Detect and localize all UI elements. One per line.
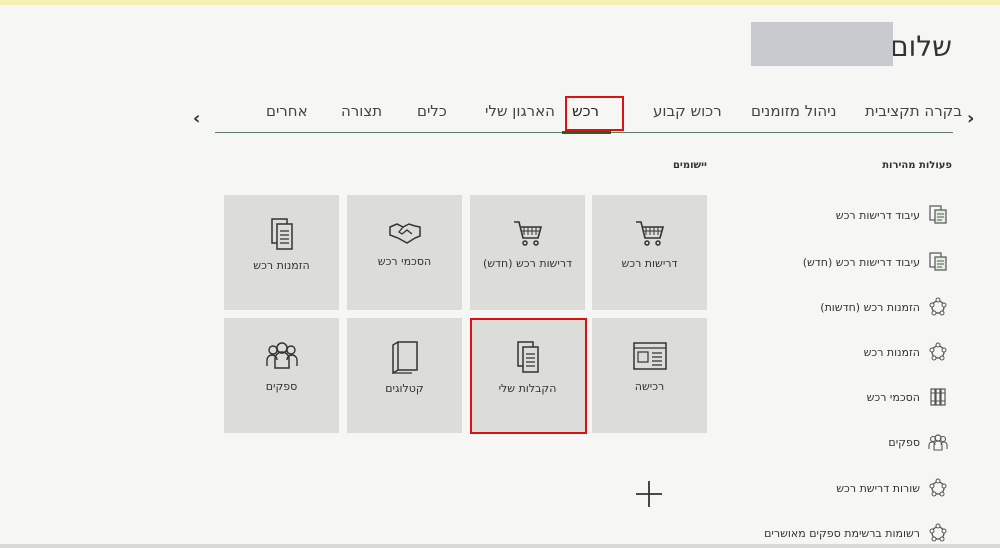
quick-action-vendors[interactable]: ספקים xyxy=(888,431,948,453)
tile-label: ספקים xyxy=(265,380,298,393)
tab-cash-management[interactable]: ניהול מזומנים xyxy=(751,102,837,120)
tile-label: הסכמי רכש xyxy=(377,255,432,268)
scroll-right-icon[interactable]: › xyxy=(967,108,974,129)
quick-action-purchase-agreements[interactable]: הסכמי רכש xyxy=(867,386,948,408)
scroll-left-icon[interactable]: ‹ xyxy=(193,108,200,129)
quick-action-label: רשומות ברשימת ספקים מאושרים xyxy=(764,526,920,540)
cart-icon xyxy=(513,221,542,246)
quick-action-label: הסכמי רכש xyxy=(866,390,920,404)
quick-action-label: הזמנות רכש xyxy=(863,345,920,359)
catalog-layout-icon xyxy=(632,342,667,370)
cycle-icon xyxy=(928,523,948,543)
cycle-icon xyxy=(928,297,948,317)
tile-label: דרישות רכש xyxy=(621,257,678,270)
quick-action-approved-vendor-list[interactable]: רשומות ברשימת ספקים מאושרים xyxy=(764,522,948,544)
quick-action-label: עיבוד דרישות רכש (חדש) xyxy=(802,255,920,269)
tile-vendors[interactable]: ספקים xyxy=(224,318,339,433)
tile-purchase-requisitions-new[interactable]: דרישות רכש (חדש) xyxy=(470,195,585,310)
active-tab-indicator xyxy=(562,131,611,134)
tile-label: קטלוגים xyxy=(385,382,424,395)
book-icon xyxy=(391,341,418,374)
add-icon[interactable] xyxy=(635,480,663,508)
people-icon xyxy=(928,432,948,452)
tab-fixed-assets[interactable]: רכוש קבוע xyxy=(653,102,722,120)
tile-highlight-box xyxy=(470,318,587,434)
cycle-icon xyxy=(928,478,948,498)
quick-actions-heading: פעולות מהירות xyxy=(882,160,952,171)
bottom-bar xyxy=(0,544,1000,548)
quick-action-label: שורות דרישת רכש xyxy=(836,481,920,495)
top-bar xyxy=(0,0,1000,5)
quick-action-requisition-lines[interactable]: שורות דרישת רכש xyxy=(836,477,948,499)
tab-configuration[interactable]: תצורה xyxy=(341,102,382,120)
quick-action-label: עיבוד דרישות רכש xyxy=(835,208,920,222)
tab-budget-control[interactable]: בקרה תקציבית xyxy=(865,102,962,120)
document-process-icon xyxy=(928,205,948,225)
tile-label: הזמנות רכש xyxy=(253,259,310,272)
documents-icon xyxy=(270,218,293,250)
tile-purchasing[interactable]: רכישה xyxy=(592,318,707,433)
apps-heading: יישומים xyxy=(672,160,707,171)
user-name-redacted xyxy=(751,22,893,66)
tile-purchase-orders[interactable]: הזמנות רכש xyxy=(224,195,339,310)
cart-icon xyxy=(635,221,664,246)
document-process-icon xyxy=(928,252,948,272)
tile-label: רכישה xyxy=(634,380,665,393)
cycle-icon xyxy=(928,342,948,362)
tab-my-organization[interactable]: הארגון שלי xyxy=(485,102,555,120)
quick-action-label: הזמנות רכש (חדשות) xyxy=(820,300,920,314)
tab-others[interactable]: אחרים xyxy=(266,102,308,120)
tile-purchase-agreements[interactable]: הסכמי רכש xyxy=(347,195,462,310)
handshake-icon xyxy=(388,223,421,244)
tile-label: דרישות רכש (חדש) xyxy=(482,257,573,270)
binders-icon xyxy=(928,387,948,407)
tab-tools[interactable]: כלים xyxy=(417,102,447,120)
tab-highlight-box xyxy=(565,96,624,131)
quick-action-process-requisitions-new[interactable]: עיבוד דרישות רכש (חדש) xyxy=(803,251,948,273)
people-icon xyxy=(265,342,298,369)
quick-action-purchase-orders-new[interactable]: הזמנות רכש (חדשות) xyxy=(820,296,948,318)
quick-action-purchase-orders[interactable]: הזמנות רכש xyxy=(864,341,948,363)
greeting-title: שלום xyxy=(890,30,952,63)
quick-action-process-requisitions[interactable]: עיבוד דרישות רכש xyxy=(836,204,948,226)
tile-purchase-requisitions[interactable]: דרישות רכש xyxy=(592,195,707,310)
quick-action-label: ספקים xyxy=(888,435,920,449)
tile-catalogs[interactable]: קטלוגים xyxy=(347,318,462,433)
